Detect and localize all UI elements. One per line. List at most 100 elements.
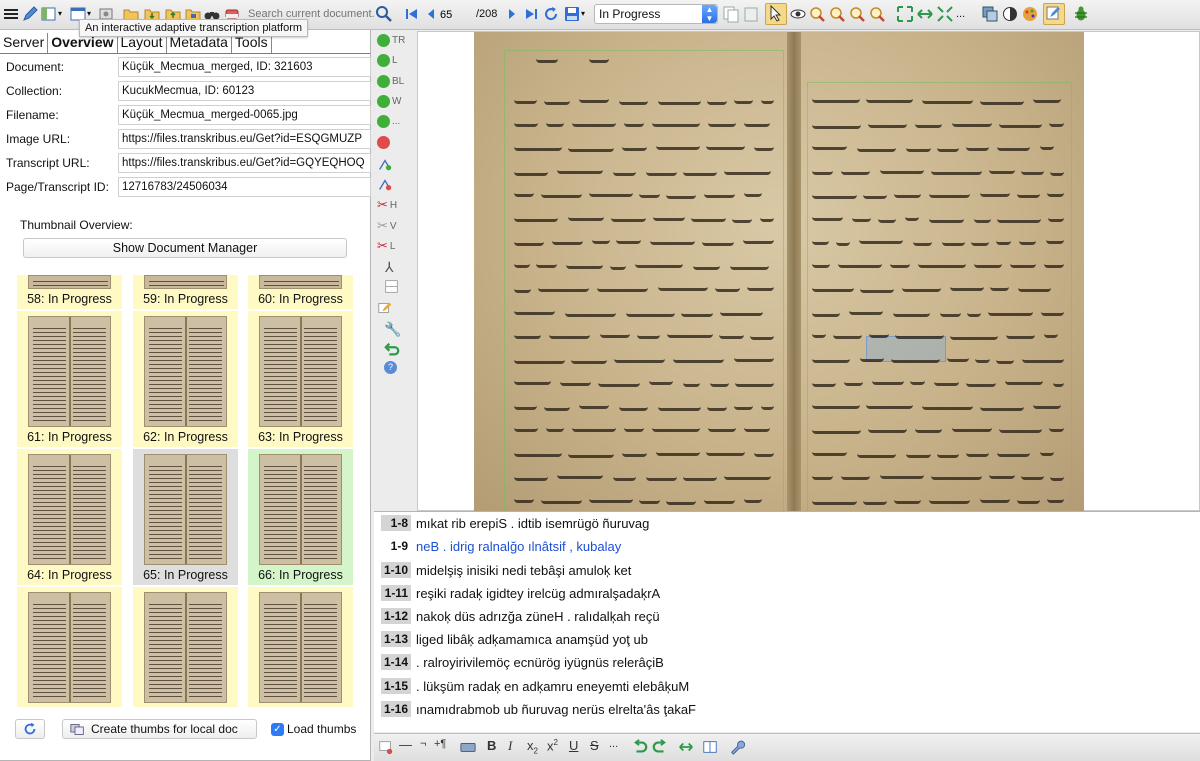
transcription-line[interactable]: 1-16 ınamıdrabmob ub ñuruvag nerüs elrel… [374,698,696,720]
split-view-icon[interactable] [702,739,718,755]
add-more-tool[interactable]: ... [377,115,400,128]
wrench-tool[interactable]: 🔧 [384,321,401,338]
line-text[interactable]: midelşiş inisiki nedi tebâşi amuloķ ket [416,563,631,578]
paste-icon[interactable] [742,5,760,23]
bold-icon[interactable]: B [487,738,496,753]
fit-width-icon[interactable] [916,5,934,23]
thumbnail-66[interactable]: 66: In Progress [248,449,353,585]
thumbnail-65[interactable]: 65: In Progress [133,449,238,585]
line-text[interactable]: ınamıdrabmob ub ñuruvag nerüs elrelta'âs… [416,702,696,717]
thumbnail-64[interactable]: 64: In Progress [17,449,122,585]
zoom-reset-icon[interactable] [868,5,886,23]
redo-icon[interactable] [652,739,668,755]
image-url-field[interactable]: https://files.transkribus.eu/Get?id=ESQG… [118,129,371,149]
fit-height-icon[interactable] [936,5,954,23]
page-number-input[interactable] [440,6,470,23]
remove-shape-tool[interactable] [377,136,390,149]
zoom-in-icon[interactable] [828,5,846,23]
menu-icon[interactable] [2,5,20,23]
eye-icon[interactable] [789,5,807,23]
fit-page-icon[interactable] [896,5,914,23]
add-point-tool[interactable] [377,157,393,173]
document-page-image[interactable] [474,32,1084,512]
edit-note-icon[interactable] [1043,3,1065,25]
layers-icon[interactable] [981,5,999,23]
search-icon[interactable] [375,5,393,23]
transcription-editor[interactable]: 1-8 mıkat rib erepiS . idtib isemrügö ñu… [374,511,1200,732]
more-icon[interactable]: ... [609,738,618,750]
transcription-line[interactable]: 1-11 reşiki radaķ igidtey irelcüg admıra… [374,582,660,604]
select-cursor-icon[interactable] [765,3,787,25]
line-text[interactable]: nakoķ düs adrızğa züneH . ralıdalķah reç… [416,609,660,624]
line-text[interactable]: . ralroyirivilemöç ecnürög iyügnüs reler… [416,655,664,670]
remove-point-tool[interactable] [377,177,393,193]
thumbnail-58[interactable]: 58: In Progress [17,275,122,309]
table-tool[interactable] [384,279,399,294]
not-sign-icon[interactable]: ¬ [420,738,426,750]
line-text[interactable]: liged libâķ adķamamıca anamşüd yoţ ub [416,632,648,647]
superscript-icon[interactable]: x2 [547,738,558,753]
thumbnail-63[interactable]: 63: In Progress [248,311,353,447]
pen-icon[interactable] [21,5,39,23]
zoom-out-icon[interactable] [848,5,866,23]
copy-icon[interactable] [722,5,740,23]
transcription-line[interactable]: 1-12 nakoķ düs adrızğa züneH . ralıdalķa… [374,605,660,627]
contrast-icon[interactable] [1001,5,1019,23]
strikethrough-icon[interactable]: S [590,738,599,753]
chevron-down-icon[interactable]: ▾ [581,5,589,23]
keyboard-icon[interactable] [460,739,476,755]
load-thumbs-toggle[interactable]: ✓ Load thumbs [271,722,356,736]
transcript-url-field[interactable]: https://files.transkribus.eu/Get?id=GQYE… [118,153,371,173]
add-baseline-tool[interactable]: BL [377,75,404,88]
thumbnail-69[interactable] [248,587,353,707]
save-icon[interactable] [563,5,581,23]
thumbnail-68[interactable] [133,587,238,707]
zoom-region-icon[interactable] [808,5,826,23]
line-text[interactable]: neB . idrig ralnalğo ılnâtsif , kubalay [416,539,621,554]
last-page-icon[interactable] [522,5,540,23]
chevron-down-icon[interactable]: ▾ [58,5,66,23]
layout-view-icon[interactable] [40,5,58,23]
transcription-line[interactable]: 1-14 . ralroyirivilemöç ecnürög iyügnüs … [374,651,664,673]
reload-icon[interactable] [542,5,560,23]
load-thumbs-checkbox[interactable]: ✓ [271,722,284,736]
add-text-region-tool[interactable]: TR [377,34,405,47]
transcription-line-active[interactable]: 1-9 neB . idrig ralnalğo ılnâtsif , kuba… [374,535,622,557]
line-text[interactable]: . lükşüm radaķ en adķamru eneyemti elebâ… [416,679,689,694]
refresh-thumbs-button[interactable] [15,719,45,739]
thumbnail-60[interactable]: 60: In Progress [248,275,353,309]
transcription-line[interactable]: 1-10 midelşiş inisiki nedi tebâşi amuloķ… [374,559,631,581]
italic-icon[interactable]: I [508,738,512,754]
thumbnail-67[interactable] [17,587,122,707]
underline-icon[interactable]: U [569,738,578,753]
help-tool[interactable]: ? [384,361,397,374]
tab-server[interactable]: Server [0,33,49,53]
bug-icon[interactable] [1072,5,1090,23]
collection-field[interactable]: KucukMecmua, ID: 60123 [118,81,371,101]
text-style-icon[interactable] [378,739,394,755]
wrench-icon[interactable] [729,739,745,755]
first-page-icon[interactable] [403,5,421,23]
split-vertical-tool[interactable]: ✂ V [377,218,397,234]
edit-tags-tool[interactable] [377,300,393,316]
status-select[interactable]: In Progress ▲ ▼ [594,4,718,24]
color-palette-icon[interactable] [1021,5,1039,23]
add-word-tool[interactable]: W [377,95,401,108]
show-document-manager-button[interactable]: Show Document Manager [23,238,347,258]
pilcrow-icon[interactable]: +¶ [434,738,446,750]
split-line-tool[interactable]: ✂ L [377,238,395,254]
subscript-icon[interactable]: x2 [527,738,538,756]
add-line-tool[interactable]: L [377,54,398,67]
page-transcript-id-field[interactable]: 12716783/24506034 [118,177,371,197]
transcription-line[interactable]: 1-15 . lükşüm radaķ en adķamru eneyemti … [374,675,689,697]
line-text[interactable]: mıkat rib erepiS . idtib isemrügö ñuruva… [416,516,649,531]
previous-page-icon[interactable] [422,5,440,23]
transcription-line[interactable]: 1-8 mıkat rib erepiS . idtib isemrügö ñu… [374,512,649,534]
document-field[interactable]: Küçük_Mecmua_merged, ID: 321603 [118,57,371,77]
thumbnail-62[interactable]: 62: In Progress [133,311,238,447]
more-icon[interactable]: ... [956,5,974,23]
thumbnail-61[interactable]: 61: In Progress [17,311,122,447]
create-thumbs-button[interactable]: Create thumbs for local doc [62,719,257,739]
thumbnail-59[interactable]: 59: In Progress [133,275,238,309]
filename-field[interactable]: Küçük_Mecmua_merged-0065.jpg [118,105,371,125]
